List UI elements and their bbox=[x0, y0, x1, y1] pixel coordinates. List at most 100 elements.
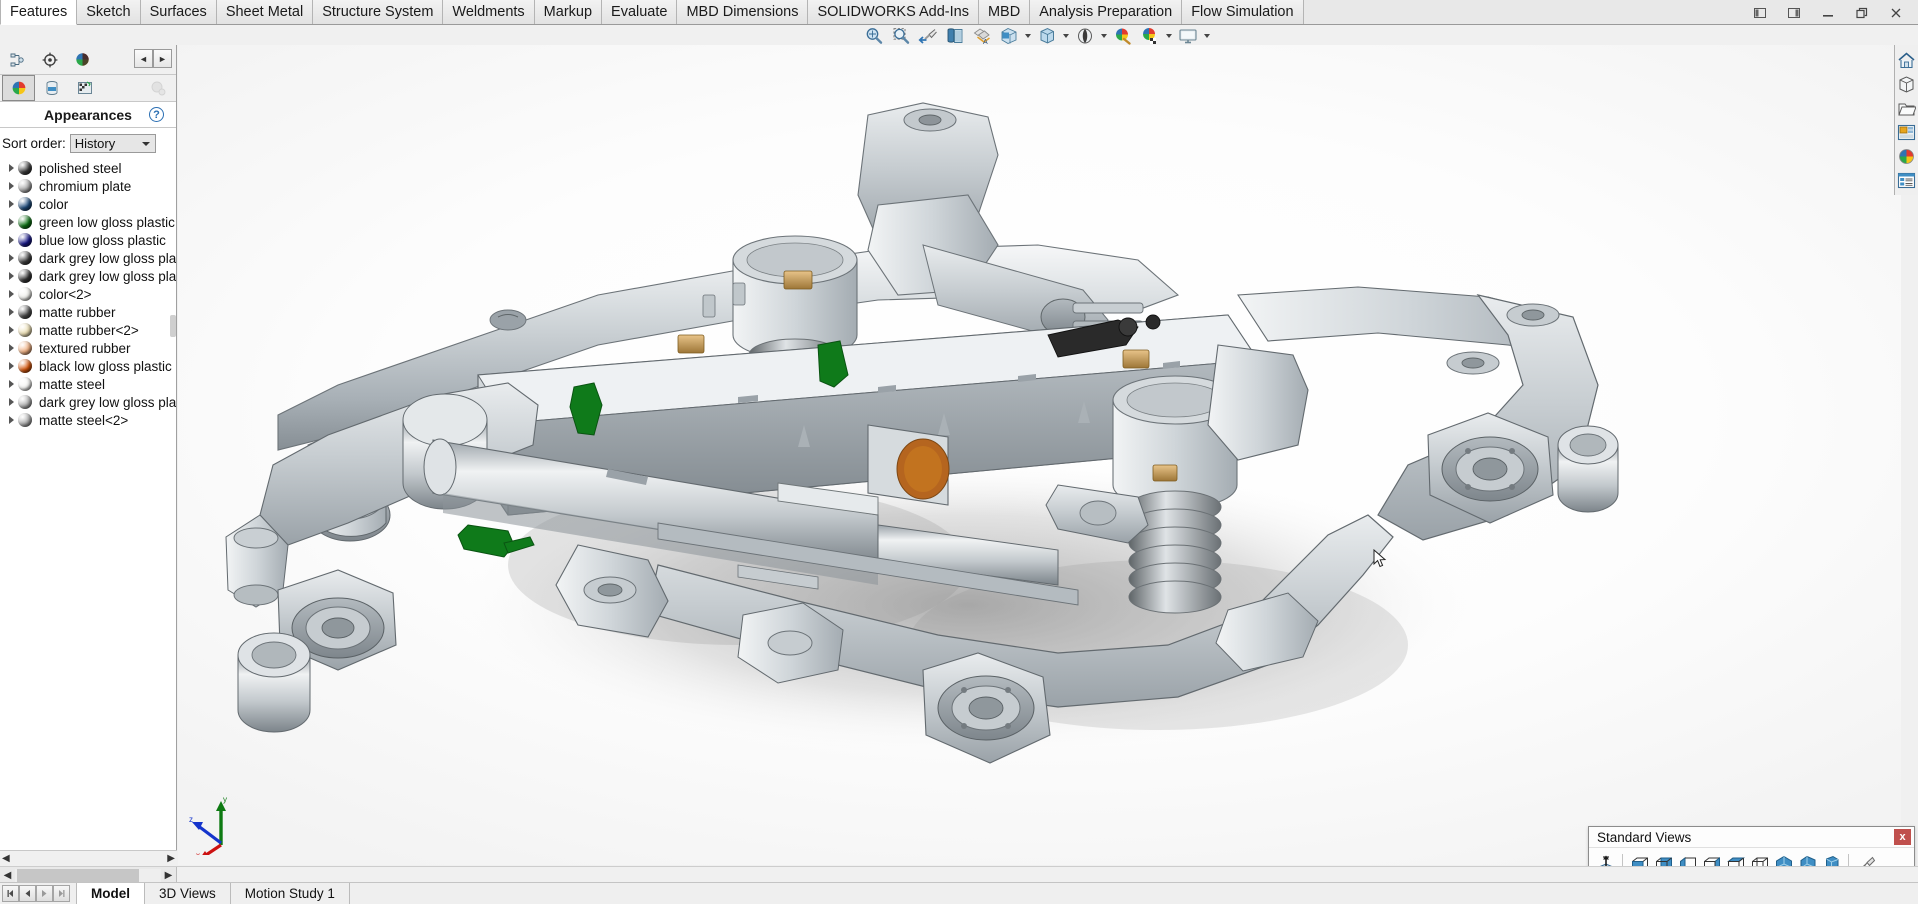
list-item[interactable]: matte steel<2> bbox=[0, 411, 176, 429]
list-item-label: green low gloss plastic bbox=[39, 215, 175, 230]
expand-triangle-icon[interactable] bbox=[4, 344, 18, 352]
restore-right-pane-icon[interactable] bbox=[1784, 3, 1804, 23]
command-tab-surfaces[interactable]: Surfaces bbox=[141, 0, 217, 24]
file-explorer-icon[interactable] bbox=[1895, 96, 1917, 120]
expand-triangle-icon[interactable] bbox=[4, 290, 18, 298]
expand-triangle-icon[interactable] bbox=[4, 272, 18, 280]
list-item[interactable]: textured rubber bbox=[0, 339, 176, 357]
next-frame-button[interactable] bbox=[36, 885, 53, 902]
list-item[interactable]: chromium plate bbox=[0, 177, 176, 195]
document-tab-3d-views[interactable]: 3D Views bbox=[145, 883, 231, 904]
minimize-button[interactable] bbox=[1818, 3, 1838, 23]
list-item[interactable]: dark grey low gloss pla bbox=[0, 249, 176, 267]
expand-triangle-icon[interactable] bbox=[4, 308, 18, 316]
list-item[interactable]: black low gloss plastic bbox=[0, 357, 176, 375]
panel-scrollbar-thumb[interactable] bbox=[170, 315, 176, 337]
previous-frame-button[interactable] bbox=[19, 885, 36, 902]
list-item[interactable]: dark grey low gloss pla bbox=[0, 267, 176, 285]
graphics-viewport[interactable] bbox=[178, 45, 1901, 865]
view-palette-icon[interactable] bbox=[1895, 120, 1917, 144]
list-item[interactable]: matte rubber<2> bbox=[0, 321, 176, 339]
list-item[interactable]: green low gloss plastic bbox=[0, 213, 176, 231]
expand-triangle-icon[interactable] bbox=[4, 164, 18, 172]
command-tab-sketch[interactable]: Sketch bbox=[77, 0, 140, 24]
expand-triangle-icon[interactable] bbox=[4, 398, 18, 406]
command-tab-analysis-preparation[interactable]: Analysis Preparation bbox=[1030, 0, 1182, 24]
last-frame-button[interactable] bbox=[53, 885, 70, 902]
document-tab-model[interactable]: Model bbox=[76, 883, 145, 904]
expand-triangle-icon[interactable] bbox=[4, 254, 18, 262]
close-icon[interactable]: x bbox=[1894, 829, 1911, 845]
scroll-right-icon[interactable]: ▶ bbox=[167, 853, 175, 864]
parts-library-icon[interactable] bbox=[1895, 72, 1917, 96]
command-tab-sheet-metal[interactable]: Sheet Metal bbox=[217, 0, 313, 24]
feature-manager-tab[interactable] bbox=[0, 47, 33, 73]
command-tab-flow-simulation[interactable]: Flow Simulation bbox=[1182, 0, 1303, 24]
display-manager-tab[interactable] bbox=[66, 47, 99, 73]
expand-triangle-icon[interactable] bbox=[4, 182, 18, 190]
custom-properties-icon[interactable] bbox=[1895, 168, 1917, 192]
command-tab-evaluate[interactable]: Evaluate bbox=[602, 0, 677, 24]
right-task-pane-icons bbox=[1894, 45, 1918, 195]
list-item[interactable]: dark grey low gloss pla bbox=[0, 393, 176, 411]
command-tab-weldments[interactable]: Weldments bbox=[443, 0, 534, 24]
property-manager-tab[interactable] bbox=[33, 47, 66, 73]
command-tab-markup[interactable]: Markup bbox=[535, 0, 602, 24]
scenes-lights-cameras-tab[interactable] bbox=[35, 75, 68, 101]
command-tab-mbd-dimensions[interactable]: MBD Dimensions bbox=[677, 0, 808, 24]
decals-tab[interactable] bbox=[68, 75, 101, 101]
hscroll-track[interactable] bbox=[15, 869, 161, 882]
manager-nav-forward[interactable]: ► bbox=[153, 49, 172, 68]
home-icon[interactable] bbox=[1895, 48, 1917, 72]
list-item[interactable]: blue low gloss plastic bbox=[0, 231, 176, 249]
list-item[interactable]: matte rubber bbox=[0, 303, 176, 321]
appearances-scenes-decals-icon[interactable] bbox=[1895, 144, 1917, 168]
scroll-right-icon[interactable]: ▶ bbox=[161, 868, 176, 883]
panel-title-bar: Appearances ? bbox=[0, 102, 176, 128]
first-frame-button[interactable] bbox=[2, 885, 19, 902]
list-item[interactable]: polished steel bbox=[0, 159, 176, 177]
hscroll-thumb[interactable] bbox=[17, 869, 139, 882]
sort-order-select[interactable]: History bbox=[70, 134, 156, 153]
restore-button[interactable] bbox=[1852, 3, 1872, 23]
bottom-scroll-row: ◀ ▶ bbox=[0, 866, 1918, 882]
bogie-assembly-3d-model[interactable] bbox=[178, 45, 1901, 865]
panel-horizontal-scrollbar[interactable]: ◀ ▶ bbox=[0, 850, 177, 865]
expand-triangle-icon[interactable] bbox=[4, 380, 18, 388]
command-tab-features[interactable]: Features bbox=[0, 0, 77, 25]
list-item[interactable]: color<2> bbox=[0, 285, 176, 303]
document-tab-motion-study-1[interactable]: Motion Study 1 bbox=[231, 883, 350, 904]
help-icon[interactable]: ? bbox=[149, 107, 164, 122]
command-tab-mbd[interactable]: MBD bbox=[979, 0, 1030, 24]
restore-left-pane-icon[interactable] bbox=[1750, 3, 1770, 23]
command-tab-structure-system[interactable]: Structure System bbox=[313, 0, 443, 24]
list-item-label: dark grey low gloss pla bbox=[39, 269, 176, 284]
appearance-swatch-icon bbox=[18, 287, 32, 301]
command-tab-solidworks-add-ins[interactable]: SOLIDWORKS Add-Ins bbox=[808, 0, 979, 24]
appearances-tab[interactable] bbox=[2, 75, 35, 101]
expand-triangle-icon[interactable] bbox=[4, 326, 18, 334]
list-item-label: color bbox=[39, 197, 68, 212]
list-item-label: blue low gloss plastic bbox=[39, 233, 166, 248]
list-item[interactable]: color bbox=[0, 195, 176, 213]
list-item-label: matte steel<2> bbox=[39, 413, 128, 428]
list-item-label: chromium plate bbox=[39, 179, 131, 194]
expand-triangle-icon[interactable] bbox=[4, 236, 18, 244]
list-item[interactable]: matte steel bbox=[0, 375, 176, 393]
manager-nav-back[interactable]: ◄ bbox=[134, 49, 153, 68]
appearances-list: polished steel chromium plate color green l… bbox=[0, 157, 176, 429]
standard-views-title-bar[interactable]: Standard Views x bbox=[1589, 827, 1914, 848]
expand-triangle-icon[interactable] bbox=[4, 218, 18, 226]
solidworks-window: FeaturesSketchSurfacesSheet MetalStructu… bbox=[0, 0, 1918, 904]
coordinate-triad: y x z bbox=[185, 785, 255, 855]
expand-triangle-icon[interactable] bbox=[4, 362, 18, 370]
list-item-label: dark grey low gloss pla bbox=[39, 395, 176, 410]
scroll-left-icon[interactable]: ◀ bbox=[0, 868, 15, 883]
close-button[interactable] bbox=[1886, 3, 1906, 23]
panel-hscrollbar[interactable]: ◀ ▶ bbox=[0, 867, 177, 883]
scroll-left-icon[interactable]: ◀ bbox=[2, 853, 10, 864]
list-item-label: matte rubber bbox=[39, 305, 116, 320]
expand-triangle-icon[interactable] bbox=[4, 200, 18, 208]
list-item-label: matte rubber<2> bbox=[39, 323, 139, 338]
expand-triangle-icon[interactable] bbox=[4, 416, 18, 424]
